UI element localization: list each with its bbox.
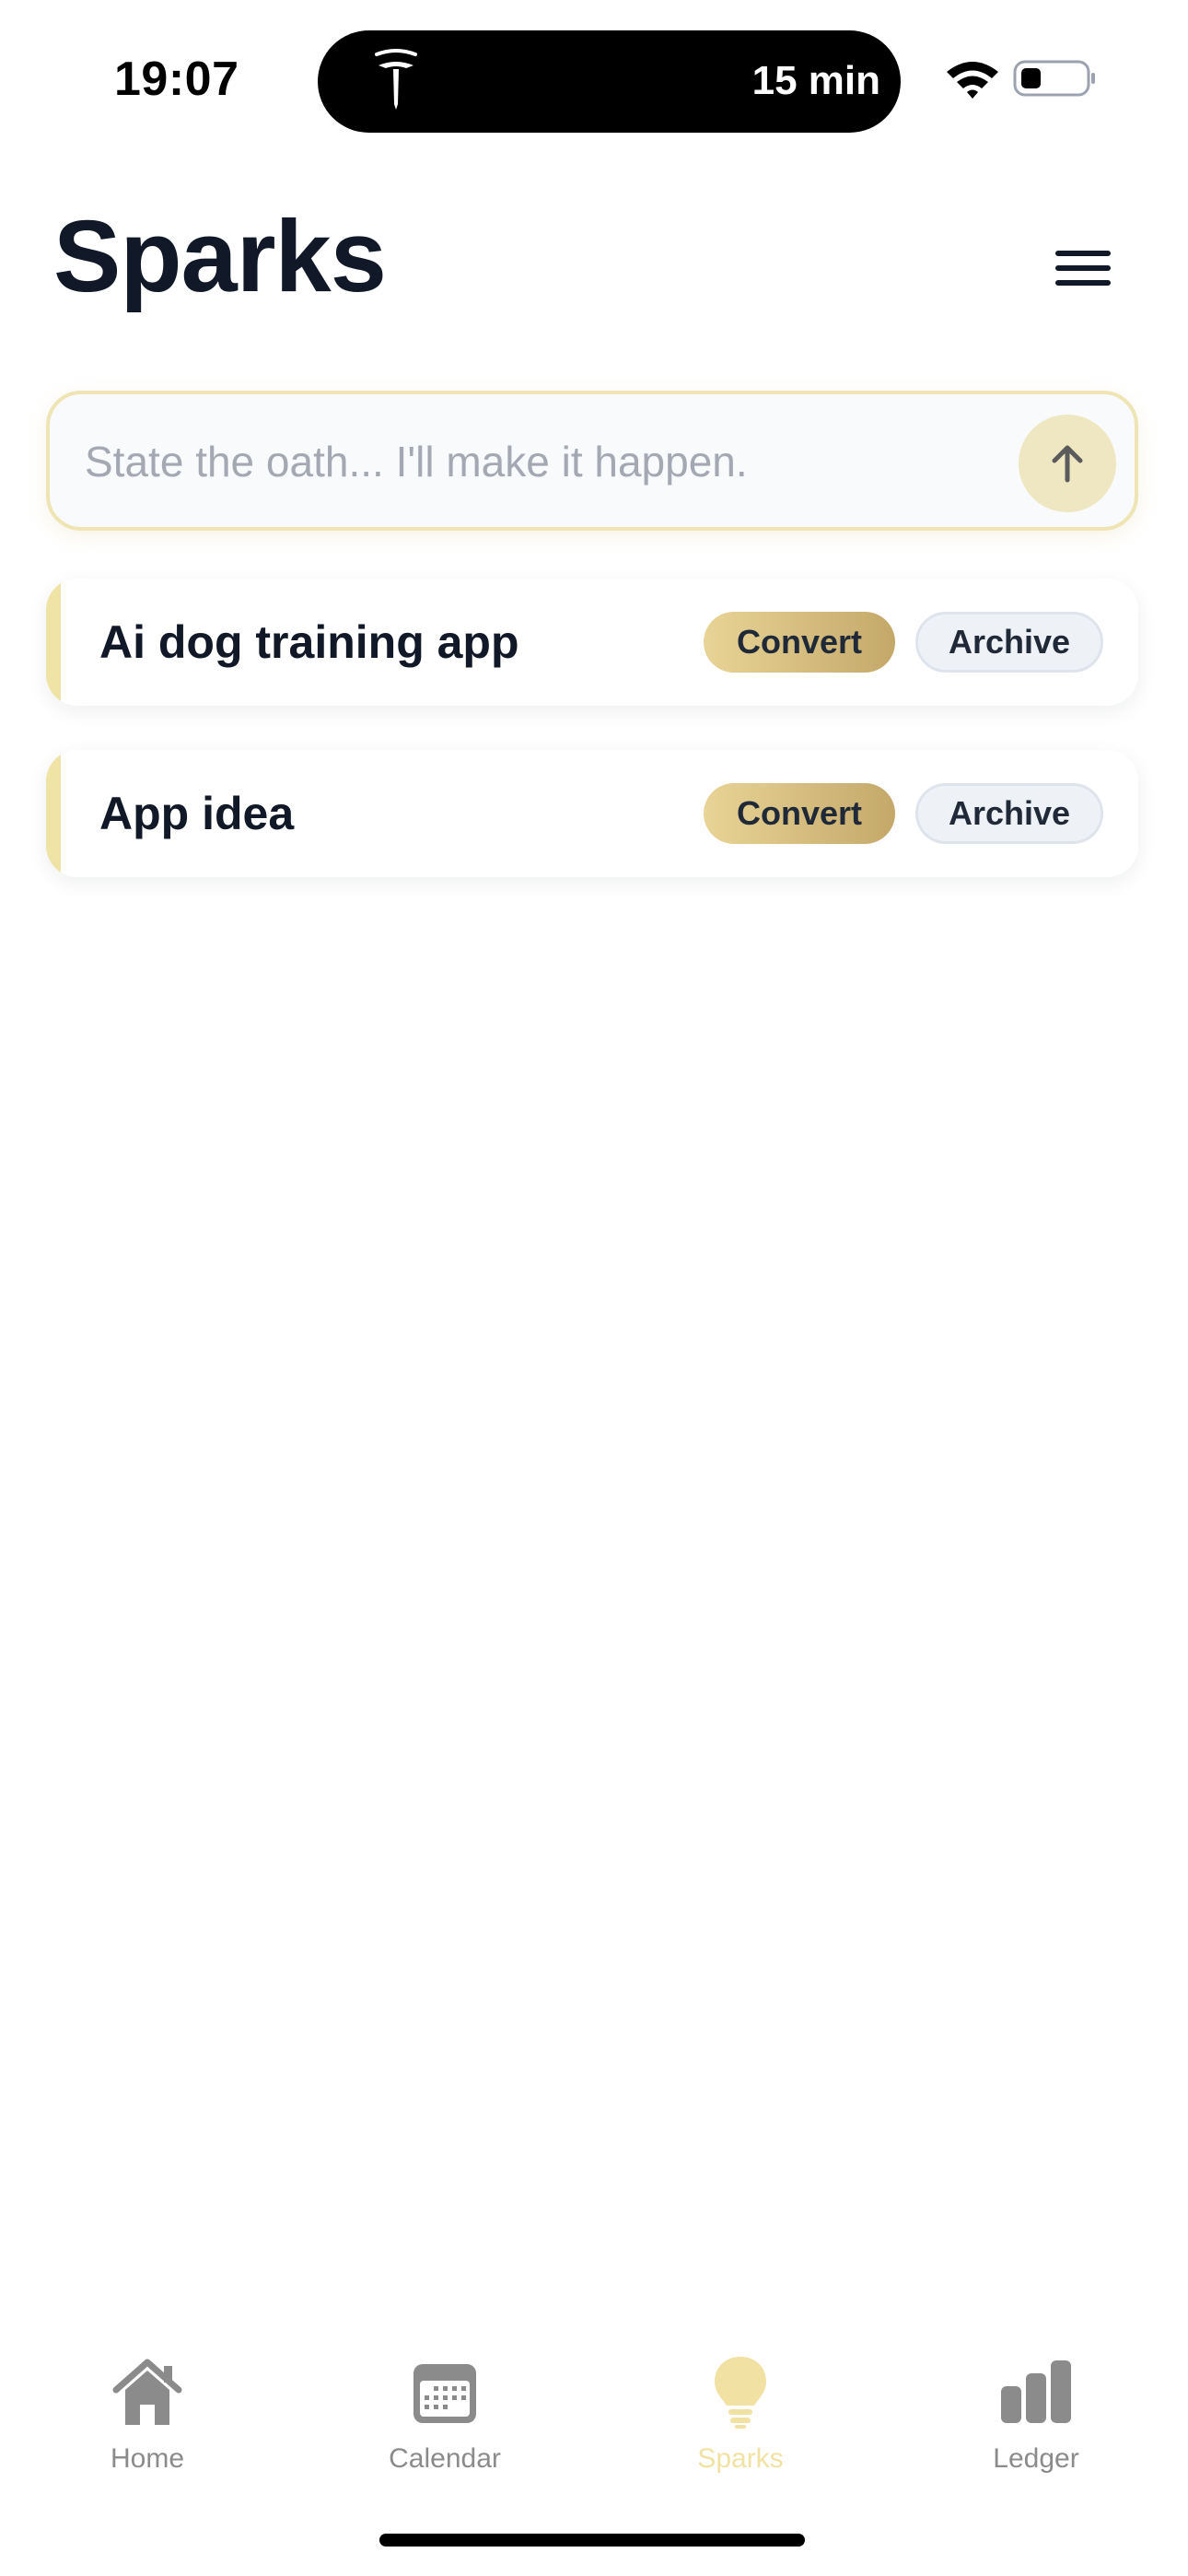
arrow-up-icon (1052, 445, 1083, 483)
convert-button[interactable]: Convert (704, 783, 895, 844)
tab-label: Ledger (993, 2443, 1079, 2474)
dynamic-island[interactable]: 15 min (318, 30, 901, 133)
spark-accent-bar (46, 579, 61, 706)
spark-accent-bar (46, 750, 61, 877)
lightbulb-icon (715, 2357, 766, 2429)
home-indicator[interactable] (379, 2534, 805, 2547)
tab-sparks[interactable]: Sparks (630, 2340, 851, 2478)
status-bar: 19:07 15 min (0, 0, 1188, 157)
battery-icon (1013, 60, 1095, 97)
spark-card[interactable]: Ai dog training app Convert Archive (46, 579, 1138, 706)
submit-button[interactable] (1019, 415, 1116, 512)
tab-label: Home (110, 2443, 185, 2474)
page-title: Sparks (53, 200, 387, 313)
status-time: 19:07 (114, 53, 239, 106)
convert-button[interactable]: Convert (704, 612, 895, 673)
tab-bar: Home Calendar Sparks Ledger (0, 2340, 1188, 2488)
island-timer-text: 15 min (751, 58, 880, 103)
bar-chart-icon (1001, 2360, 1071, 2423)
home-icon (112, 2359, 182, 2425)
spark-title: App idea (99, 788, 295, 839)
tab-calendar[interactable]: Calendar (334, 2340, 555, 2478)
menu-bar-bottom (1055, 280, 1111, 286)
oath-composer (46, 391, 1138, 531)
tab-label: Sparks (697, 2443, 784, 2474)
spark-title: Ai dog training app (99, 616, 519, 668)
tab-home[interactable]: Home (37, 2340, 258, 2478)
tab-label: Calendar (389, 2443, 501, 2474)
tesla-logo-icon (375, 49, 417, 110)
calendar-icon (413, 2364, 476, 2423)
oath-input[interactable] (83, 422, 1007, 501)
spark-card[interactable]: App idea Convert Archive (46, 750, 1138, 877)
spark-list: Ai dog training app Convert Archive App … (46, 579, 1138, 921)
archive-button[interactable]: Archive (915, 783, 1103, 844)
menu-button[interactable] (1041, 241, 1124, 297)
tab-ledger[interactable]: Ledger (926, 2340, 1147, 2478)
menu-bar-top (1055, 251, 1111, 256)
menu-bar-middle (1055, 265, 1111, 271)
archive-button[interactable]: Archive (915, 612, 1103, 673)
wifi-icon (947, 62, 998, 99)
